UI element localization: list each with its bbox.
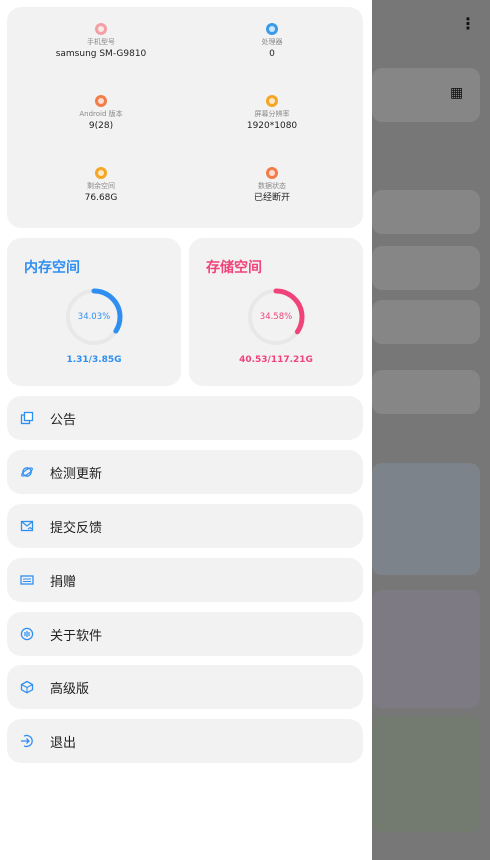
screen-resolution-info: 屏幕分辨率 1920*1080 xyxy=(192,95,352,132)
screen-resolution-label: 屏幕分辨率 xyxy=(254,110,290,118)
processor-value: 0 xyxy=(269,49,275,59)
network-icon xyxy=(266,167,278,179)
screen-icon xyxy=(266,95,278,107)
memory-card[interactable]: 内存空间 34.03% 1.31/3.85G xyxy=(7,238,181,386)
data-state-info: 数据状态 已经断开 xyxy=(192,167,352,204)
menu-item-about[interactable]: 关于软件 xyxy=(7,612,363,656)
android-version-label: Android 版本 xyxy=(79,110,123,118)
android-version-info: Android 版本 9(28) xyxy=(21,95,181,132)
background-panel xyxy=(372,716,480,832)
cpu-icon xyxy=(266,23,278,35)
storage-card[interactable]: 存储空间 34.58% 40.53/117.21G xyxy=(189,238,363,386)
remaining-space-value: 76.68G xyxy=(84,193,118,203)
device-model-label: 手机型号 xyxy=(87,38,115,46)
menu-item-donate[interactable]: 捐赠 xyxy=(7,558,363,602)
menu-item-label: 提交反馈 xyxy=(50,520,103,536)
phone-icon xyxy=(95,23,107,35)
data-state-value: 已经断开 xyxy=(253,193,290,203)
data-state-label: 数据状态 xyxy=(258,182,286,190)
background-toolbar-card xyxy=(372,68,480,122)
menu-item-label: 退出 xyxy=(50,735,77,751)
premium-icon xyxy=(20,680,34,694)
screen-resolution-value: 1920*1080 xyxy=(246,121,298,131)
menu-item-feedback[interactable]: 提交反馈 xyxy=(7,504,363,548)
storage-usage: 40.53/117.21G xyxy=(239,355,313,365)
background-panel xyxy=(372,590,480,708)
background-card xyxy=(372,246,480,290)
remaining-space-label: 剩余空间 xyxy=(87,182,115,190)
disk-icon xyxy=(95,167,107,179)
menu-item-label: 高级版 xyxy=(50,681,90,697)
background-card xyxy=(372,370,480,414)
grid-icon: ▦ xyxy=(450,85,463,101)
memory-percent: 34.03% xyxy=(77,312,111,322)
background-panel xyxy=(372,463,480,575)
about-icon xyxy=(20,627,34,641)
background-card xyxy=(372,300,480,344)
processor-info: 处理器 0 xyxy=(192,23,352,60)
more-menu-icon: ⋮ xyxy=(460,14,476,33)
menu-item-premium[interactable]: 高级版 xyxy=(7,665,363,709)
storage-title: 存储空间 xyxy=(206,260,262,276)
menu-item-label: 检测更新 xyxy=(50,466,103,482)
android-icon xyxy=(95,95,107,107)
navigation-drawer: 手机型号 samsung SM-G9810 处理器 0 Android 版本 9… xyxy=(0,0,372,860)
feedback-icon xyxy=(20,519,34,533)
device-model-info: 手机型号 samsung SM-G9810 xyxy=(21,23,181,60)
storage-gauge: 34.58% xyxy=(245,286,307,348)
device-info-card: 手机型号 samsung SM-G9810 处理器 0 Android 版本 9… xyxy=(7,7,363,228)
update-icon xyxy=(20,465,34,479)
memory-title: 内存空间 xyxy=(24,260,80,276)
storage-percent: 34.58% xyxy=(259,312,293,322)
memory-gauge: 34.03% xyxy=(63,286,125,348)
menu-item-label: 捐赠 xyxy=(50,574,77,590)
android-version-value: 9(28) xyxy=(88,121,114,131)
announcement-icon xyxy=(20,411,34,425)
background-card xyxy=(372,190,480,234)
device-model-value: samsung SM-G9810 xyxy=(55,49,147,59)
remaining-space-info: 剩余空间 76.68G xyxy=(21,167,181,204)
menu-item-label: 关于软件 xyxy=(50,628,103,644)
memory-usage: 1.31/3.85G xyxy=(66,355,122,365)
menu-item-exit[interactable]: 退出 xyxy=(7,719,363,763)
menu-item-check-update[interactable]: 检测更新 xyxy=(7,450,363,494)
donate-icon xyxy=(20,573,34,587)
processor-label: 处理器 xyxy=(261,38,283,46)
exit-icon xyxy=(20,734,34,748)
menu-item-announcement[interactable]: 公告 xyxy=(7,396,363,440)
menu-item-label: 公告 xyxy=(50,412,77,428)
